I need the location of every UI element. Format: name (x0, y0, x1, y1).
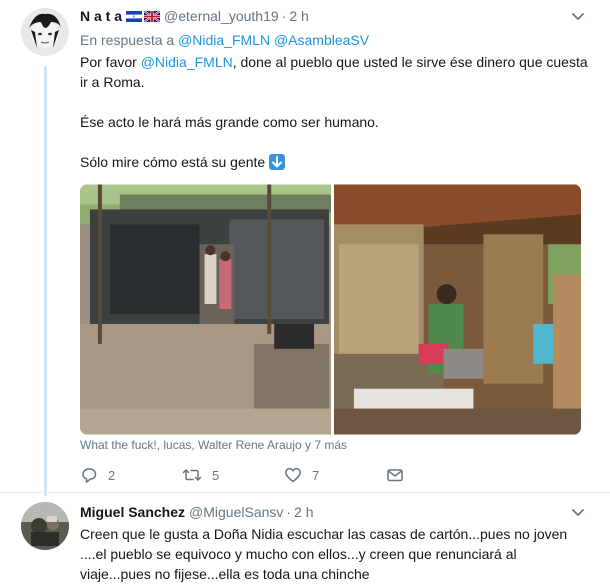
tweet-text-segment: Sólo mire cómo está su gente (80, 154, 266, 170)
tweet-paragraph: Ése acto le hará más grande como ser hum… (80, 114, 379, 130)
reply-count: 2 (108, 467, 116, 483)
like-count: 7 (312, 467, 320, 483)
reply-context: En respuesta a @Nidia_FMLN @AsambleaSV (80, 32, 590, 48)
chevron-down-icon[interactable] (570, 8, 586, 24)
reply-mentions-link[interactable]: @Nidia_FMLN @AsambleaSV (178, 32, 369, 48)
tweet-paragraph: Sólo mire cómo está su gente (80, 152, 590, 172)
media-tagged-users[interactable]: What the fuck!, lucas, Walter Rene Arauj… (80, 438, 347, 452)
tweet-text: Por favor @Nidia_FMLN, done al pueblo qu… (80, 52, 590, 172)
user-handle[interactable]: @MiguelSansv (189, 504, 283, 520)
timestamp[interactable]: 2 h (294, 504, 313, 520)
user-handle[interactable]: @eternal_youth19 (164, 8, 279, 24)
tweet-paragraph: Por favor @Nidia_FMLN, done al pueblo qu… (80, 52, 590, 92)
envelope-icon (387, 469, 403, 482)
retweet-count: 5 (212, 467, 220, 483)
display-name[interactable]: Miguel Sanchez (80, 504, 185, 520)
retweet-icon (182, 469, 202, 481)
reply-action[interactable]: 2 (80, 466, 182, 484)
photo-shack[interactable] (80, 184, 331, 435)
retweet-action[interactable]: 5 (182, 466, 284, 484)
avatar-image (21, 8, 69, 56)
avatar[interactable] (21, 8, 69, 56)
mention-link[interactable]: @Nidia_FMLN (141, 54, 233, 70)
display-name[interactable]: N a t a (80, 8, 122, 24)
reply-prefix: En respuesta a (80, 32, 175, 48)
chevron-down-icon[interactable] (570, 504, 586, 520)
uk-flag-icon (144, 10, 161, 22)
avatar[interactable] (21, 502, 69, 550)
tweet-header: N a t a @eternal_youth19 · 2 h (80, 6, 590, 26)
direct-message-action[interactable] (386, 466, 404, 484)
avatar-image (21, 502, 69, 550)
tweet-media[interactable] (80, 184, 581, 435)
like-action[interactable]: 7 (284, 466, 386, 484)
tweet-divider (0, 492, 610, 493)
heart-icon (285, 467, 301, 483)
tweet-header: Miguel Sanchez @MiguelSansv · 2 h (80, 502, 590, 522)
flag-emojis (126, 10, 161, 22)
tweet-actions: 2 5 7 (80, 466, 404, 484)
separator-dot: · (281, 8, 287, 24)
down-arrow-emoji-icon (269, 154, 286, 170)
el-salvador-flag-icon (126, 10, 143, 22)
timestamp[interactable]: 2 h (289, 8, 308, 24)
tweet-text: Creen que le gusta a Doña Nidia escuchar… (80, 526, 568, 582)
separator-dot: · (286, 504, 292, 520)
tweet[interactable]: N a t a @eternal_youth19 · 2 h En respue… (80, 0, 590, 172)
tweet[interactable]: Miguel Sanchez @MiguelSansv · 2 h Creen … (80, 496, 590, 584)
tweet-text-segment: Por favor (80, 54, 141, 70)
thread-connector-line (44, 66, 47, 496)
reply-icon (82, 468, 97, 483)
photo-woman-sitting[interactable] (333, 184, 581, 435)
